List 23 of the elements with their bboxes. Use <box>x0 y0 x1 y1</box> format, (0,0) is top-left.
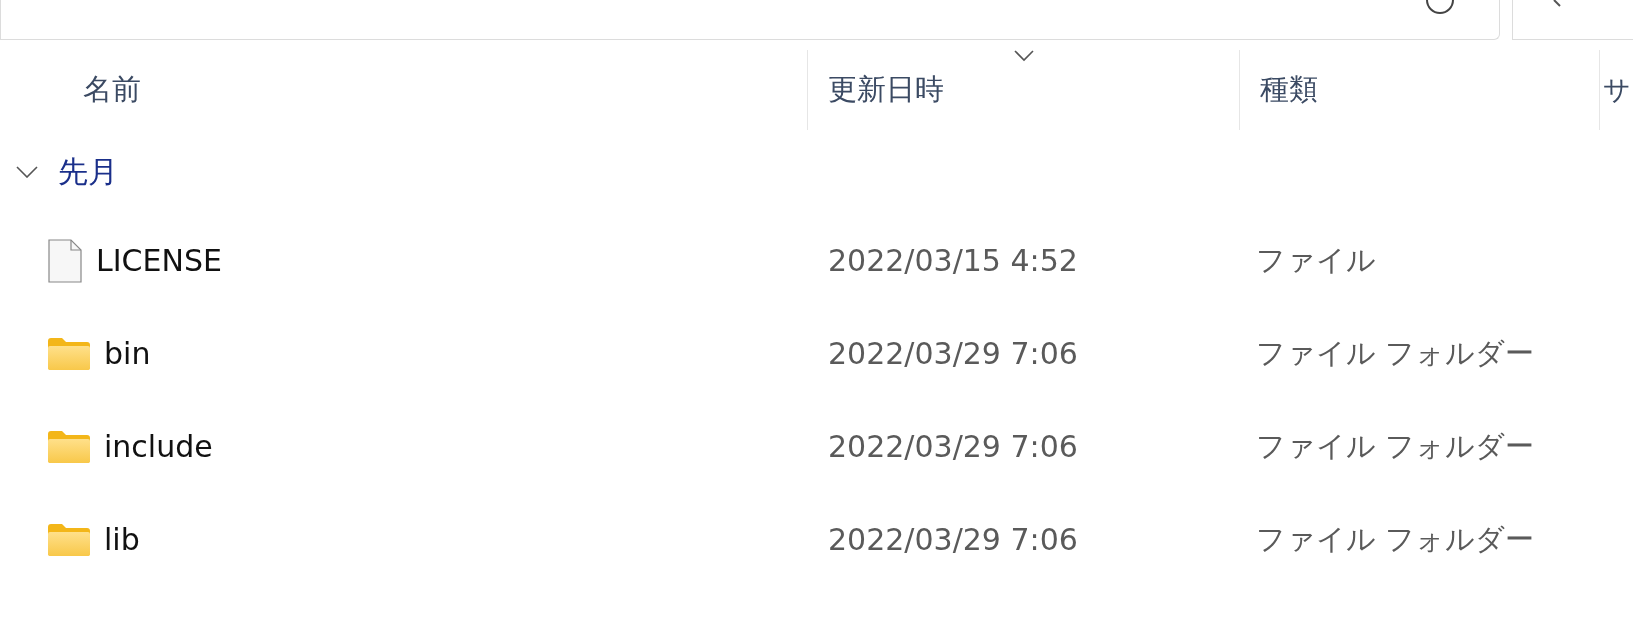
sort-caret-icon <box>1013 50 1034 62</box>
folder-icon <box>48 523 90 556</box>
group-header[interactable]: 先月 <box>0 130 1633 214</box>
column-header[interactable]: 更新日時 <box>808 50 1240 130</box>
file-type: ファイル フォルダー <box>1255 427 1536 465</box>
column-header[interactable]: サ <box>1600 50 1633 130</box>
folder-icon <box>48 430 90 463</box>
refresh-icon[interactable] <box>1425 0 1455 16</box>
folder-icon <box>48 337 90 370</box>
column-header[interactable]: 名前 <box>0 50 808 130</box>
modified-date: 2022/03/15 4:52 <box>827 243 1079 278</box>
file-name[interactable]: include <box>104 429 213 464</box>
file-icon <box>48 238 82 283</box>
file-type: ファイル <box>1255 241 1377 279</box>
column-header[interactable]: 種類 <box>1240 50 1600 130</box>
modified-date: 2022/03/29 7:06 <box>827 429 1079 464</box>
file-name[interactable]: LICENSE <box>96 243 222 278</box>
file-type: ファイル フォルダー <box>1255 520 1536 558</box>
modified-date: 2022/03/29 7:06 <box>827 522 1079 557</box>
file-type: ファイル フォルダー <box>1255 334 1536 372</box>
file-name[interactable]: lib <box>104 522 140 557</box>
file-name[interactable]: bin <box>104 336 151 371</box>
modified-date: 2022/03/29 7:06 <box>827 336 1079 371</box>
